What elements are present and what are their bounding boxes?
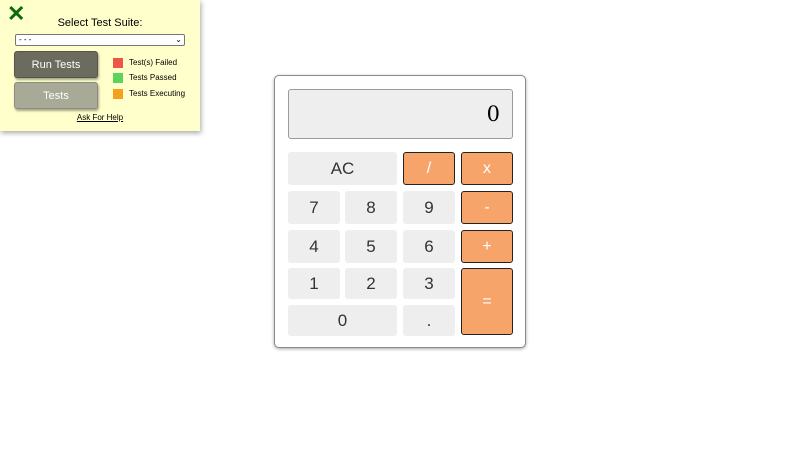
failed-swatch	[113, 57, 123, 68]
subtract-button[interactable]: -	[461, 191, 513, 224]
divide-button[interactable]: /	[403, 152, 455, 185]
legend-passed: Tests Passed	[113, 72, 177, 83]
digit-3-button[interactable]: 3	[403, 268, 455, 299]
digit-2-button[interactable]: 2	[345, 268, 397, 299]
add-button[interactable]: +	[461, 230, 513, 263]
tests-button[interactable]: Tests	[14, 82, 98, 109]
digit-0-button[interactable]: 0	[288, 305, 397, 336]
passed-swatch	[113, 72, 123, 83]
suite-select-value: - - -	[19, 35, 32, 44]
legend-executing: Tests Executing	[113, 88, 185, 99]
digit-6-button[interactable]: 6	[403, 230, 455, 263]
test-suite-select[interactable]: - - - ⌄	[15, 34, 185, 46]
ask-for-help-link[interactable]: Ask For Help	[0, 113, 200, 122]
digit-5-button[interactable]: 5	[345, 230, 397, 263]
suite-title: Select Test Suite:	[57, 17, 143, 29]
executing-swatch	[113, 88, 123, 99]
legend-failed-label: Test(s) Failed	[129, 58, 178, 67]
test-panel: ✕ Select Test Suite: - - - ⌄ Run Tests T…	[0, 0, 200, 131]
chevron-down-icon: ⌄	[175, 35, 182, 44]
legend-executing-label: Tests Executing	[129, 89, 186, 98]
digit-1-button[interactable]: 1	[288, 268, 340, 299]
legend-failed: Test(s) Failed	[113, 57, 177, 68]
decimal-button[interactable]: .	[403, 305, 455, 336]
clear-button[interactable]: AC	[288, 152, 397, 185]
digit-8-button[interactable]: 8	[345, 191, 397, 224]
legend-passed-label: Tests Passed	[129, 73, 177, 82]
run-tests-button[interactable]: Run Tests	[14, 51, 98, 78]
calculator: 0 AC / x 7 8 9 - 4 5 6 + 1 2 3 = 0 .	[274, 75, 526, 348]
digit-9-button[interactable]: 9	[403, 191, 455, 224]
digit-7-button[interactable]: 7	[288, 191, 340, 224]
calculator-display: 0	[288, 89, 513, 139]
equals-button[interactable]: =	[461, 268, 513, 335]
multiply-button[interactable]: x	[461, 152, 513, 185]
digit-4-button[interactable]: 4	[288, 230, 340, 263]
